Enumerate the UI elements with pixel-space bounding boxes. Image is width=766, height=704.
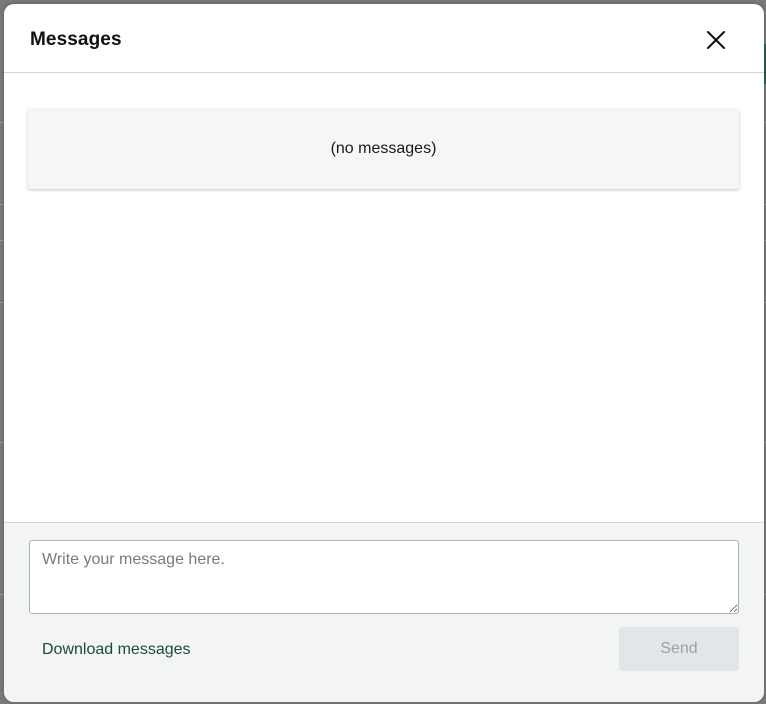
message-composer: Download messages Send bbox=[4, 522, 764, 702]
download-messages-link[interactable]: Download messages bbox=[42, 641, 191, 659]
empty-messages-text: (no messages) bbox=[330, 140, 437, 157]
messages-dialog: Messages (no messages) Download messages… bbox=[4, 4, 764, 702]
empty-messages-card: (no messages) bbox=[28, 109, 739, 189]
message-list: (no messages) bbox=[4, 73, 764, 522]
close-icon bbox=[707, 31, 725, 49]
dialog-title: Messages bbox=[30, 29, 122, 50]
dialog-header: Messages bbox=[4, 4, 764, 73]
close-button[interactable] bbox=[700, 24, 732, 56]
send-button[interactable]: Send bbox=[619, 627, 739, 671]
message-input[interactable] bbox=[29, 540, 739, 614]
